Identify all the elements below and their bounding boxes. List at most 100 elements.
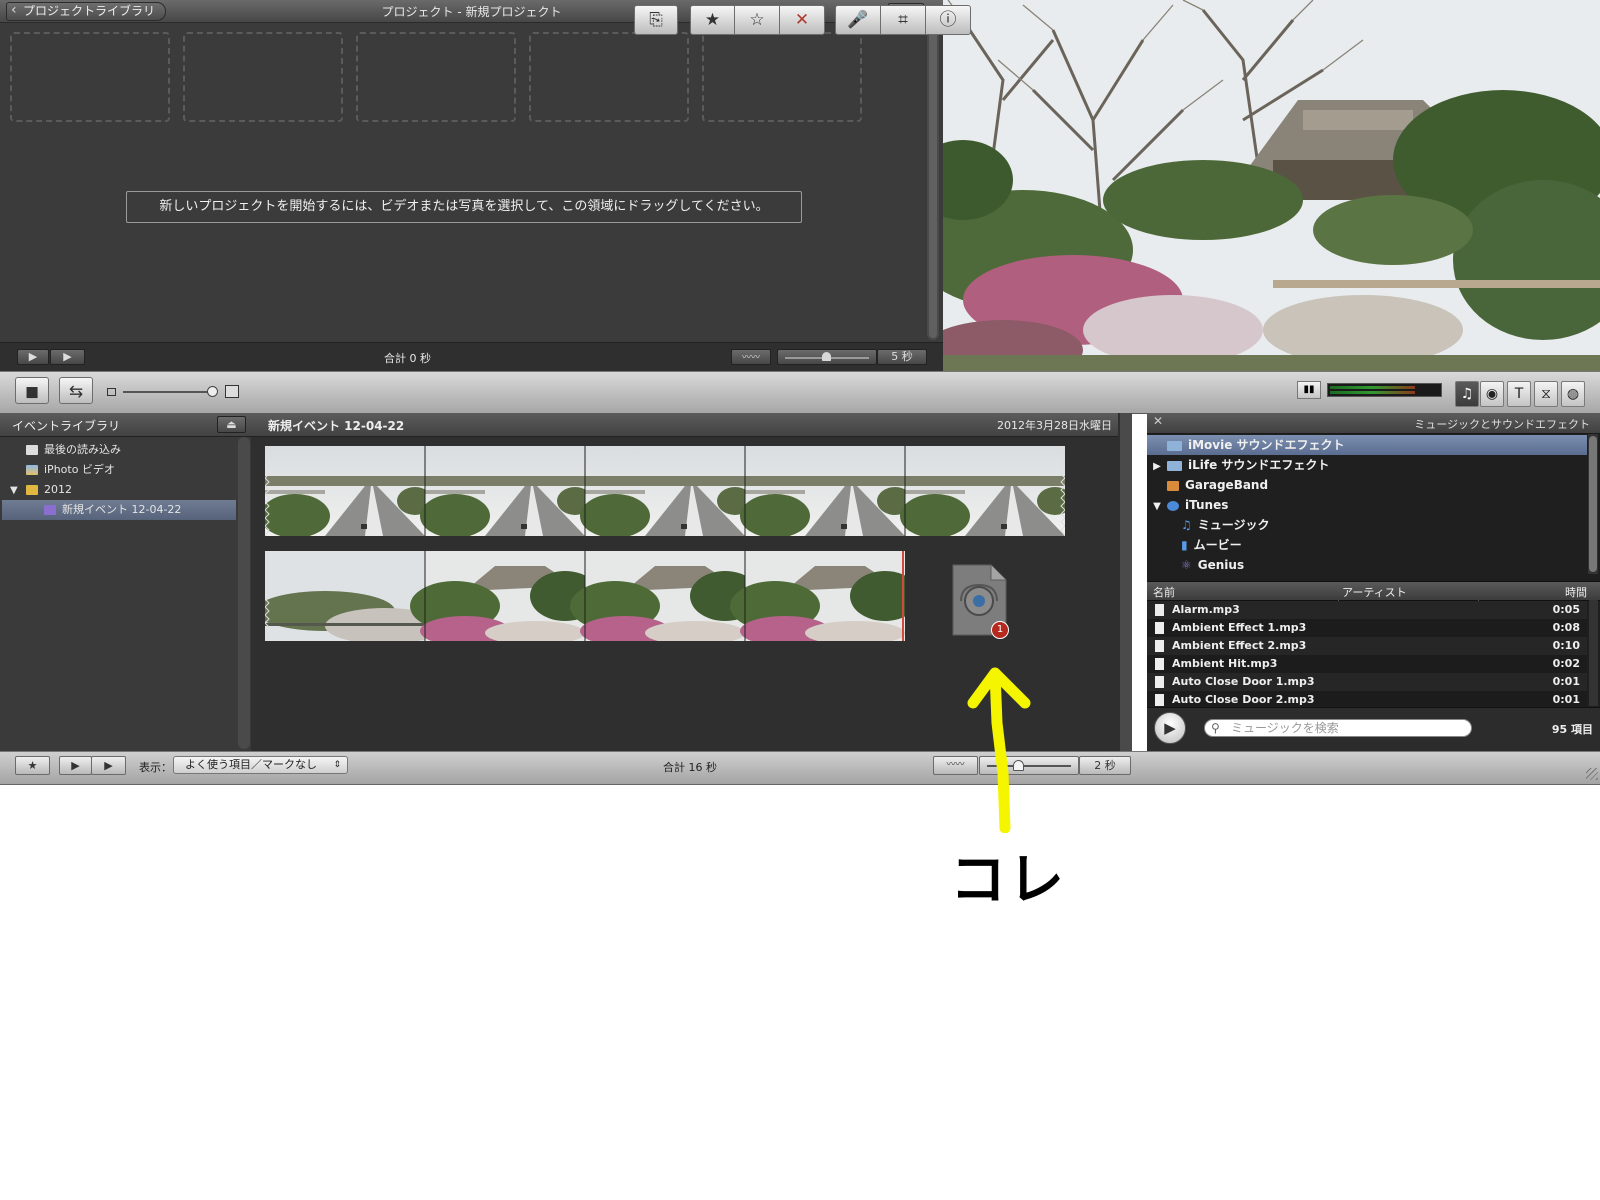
large-thumbnail-icon	[225, 385, 239, 398]
audio-file-icon	[1155, 676, 1164, 688]
annotation-text: コレ	[950, 848, 1066, 913]
music-source-label: iTunes	[1185, 498, 1229, 512]
music-source-music[interactable]: ♫ ミュージック	[1147, 515, 1587, 535]
music-note-icon: ♫	[1460, 386, 1474, 402]
event-library-item-new-event[interactable]: 新規イベント 12-04-22	[2, 500, 236, 520]
music-table-scrollbar[interactable]	[1589, 600, 1598, 706]
crop-icon: ⌗	[898, 10, 908, 30]
music-source-ilife-sfx[interactable]: ▶ iLife サウンドエフェクト	[1147, 455, 1587, 475]
close-icon[interactable]: ✕	[1153, 414, 1163, 428]
audio-file-icon	[1155, 640, 1164, 652]
project-total-duration: 合計 0 秒	[384, 352, 431, 365]
transitions-browser-button[interactable]: ⧖	[1534, 381, 1558, 407]
column-header-time[interactable]: 時間	[1565, 584, 1587, 600]
project-drop-slot	[702, 32, 862, 122]
mark-favorite-button[interactable]: ★	[690, 5, 735, 35]
music-source-imovie-sfx[interactable]: iMovie サウンドエフェクト	[1147, 435, 1587, 455]
project-zoom-knob[interactable]	[822, 352, 831, 361]
music-source-label: GarageBand	[1185, 478, 1269, 492]
project-drop-slot	[356, 32, 516, 122]
video-clip-garden[interactable]	[255, 550, 920, 646]
music-source-genius[interactable]: ⚛ Genius	[1147, 555, 1587, 575]
music-browser-button[interactable]: ♫	[1455, 381, 1479, 407]
music-source-garageband[interactable]: GarageBand	[1147, 475, 1587, 495]
transition-icon: ⧖	[1541, 386, 1551, 402]
table-row[interactable]: Ambient Effect 1.mp3 0:08	[1147, 619, 1587, 637]
music-source-movies[interactable]: ▮ ムービー	[1147, 535, 1587, 555]
photo-browser-button[interactable]: ◉	[1480, 381, 1504, 407]
music-source-label: Genius	[1197, 558, 1245, 572]
event-library-item-label: 最後の読み込み	[44, 443, 121, 456]
waveform-icon: 〰〰	[741, 353, 760, 363]
camera-icon: ◼	[24, 382, 40, 402]
track-name: Ambient Hit.mp3	[1172, 657, 1278, 670]
table-row[interactable]: Ambient Hit.mp3 0:02	[1147, 655, 1587, 673]
title-t-icon: T	[1514, 386, 1524, 402]
crop-button[interactable]: ⌗	[880, 5, 926, 35]
event-browser-scrollbar[interactable]	[1120, 413, 1132, 751]
itunes-icon	[1167, 500, 1179, 511]
audio-waveform-button[interactable]: 〰〰	[731, 349, 771, 365]
column-header-artist[interactable]: アーティスト	[1342, 584, 1407, 600]
audio-file-icon	[1155, 694, 1164, 706]
disclosure-down-icon: ▼	[1153, 501, 1161, 512]
preview-play-button[interactable]: ▶	[1154, 712, 1186, 744]
music-source-label: ミュージック	[1197, 518, 1270, 532]
iphoto-icon	[26, 465, 38, 475]
music-source-label: ムービー	[1193, 538, 1242, 552]
table-row[interactable]: Auto Close Door 1.mp3 0:01	[1147, 673, 1587, 691]
clip-filmstrip	[255, 550, 920, 646]
camera-photo-icon: ◉	[1485, 386, 1499, 402]
reject-button[interactable]: ✕	[779, 5, 825, 35]
event-total-duration: 合計 16 秒	[663, 761, 717, 774]
genius-atom-icon: ⚛	[1181, 558, 1192, 572]
folder-icon	[1167, 460, 1182, 471]
track-name: Ambient Effect 2.mp3	[1172, 639, 1307, 652]
resize-grip-icon[interactable]	[1586, 768, 1598, 780]
music-search-input[interactable]: ミュージックを検索	[1204, 719, 1472, 737]
voiceover-button[interactable]: 🎤	[835, 5, 881, 35]
event-date: 2012年3月28日水曜日	[997, 419, 1112, 432]
event-library-item-iphoto[interactable]: iPhoto ビデオ	[10, 460, 246, 480]
clip-filmstrip	[260, 445, 1073, 538]
project-scrollbar-thumb[interactable]	[929, 26, 937, 338]
garden-photo	[943, 0, 1600, 371]
audio-file-drag-icon[interactable]: 1	[951, 563, 1009, 639]
event-library-item-last-import[interactable]: 最後の読み込み	[10, 440, 246, 460]
track-time: 0:01	[1552, 675, 1580, 688]
globe-icon: ◍	[1566, 386, 1580, 402]
table-row[interactable]: Auto Close Door 2.mp3 0:01	[1147, 691, 1587, 706]
event-library-eject-button[interactable]: ⏏	[217, 416, 246, 433]
maps-browser-button[interactable]: ◍	[1561, 381, 1585, 407]
track-time: 0:02	[1552, 657, 1580, 670]
project-drop-hint: 新しいプロジェクトを開始するには、ビデオまたは写真を選択して、この領域にドラッグ…	[126, 191, 802, 223]
reject-x-icon: ✕	[794, 10, 810, 30]
add-to-project-icon: ⎘	[649, 10, 663, 30]
search-icon: ⚲	[1211, 721, 1220, 735]
thumbnail-size-knob[interactable]	[207, 386, 218, 397]
audio-levels-icon: ▮▮	[1303, 384, 1315, 395]
music-source-itunes[interactable]: ▼ iTunes	[1147, 495, 1587, 515]
event-library-scrollbar[interactable]	[238, 437, 250, 749]
inspector-button[interactable]: ⓘ	[925, 5, 971, 35]
film-roll-icon	[26, 445, 38, 455]
import-camera-button[interactable]: ◼	[15, 377, 49, 404]
titles-browser-button[interactable]: T	[1507, 381, 1531, 407]
event-library-item-label: iPhoto ビデオ	[44, 463, 115, 476]
swap-icon: ⇆	[68, 382, 84, 402]
table-row[interactable]: Alarm.mp3 0:05	[1147, 601, 1587, 619]
music-source-scrollbar-thumb[interactable]	[1589, 436, 1597, 572]
column-header-name[interactable]: 名前	[1153, 584, 1175, 600]
unmark-button[interactable]: ☆	[734, 5, 780, 35]
table-row[interactable]: Ambient Effect 2.mp3 0:10	[1147, 637, 1587, 655]
event-library-item-2012[interactable]: ▼ 2012	[10, 480, 246, 500]
guitar-icon	[1167, 480, 1179, 491]
swap-events-projects-button[interactable]: ⇆	[59, 377, 93, 404]
add-to-project-button[interactable]: ⎘	[634, 5, 678, 35]
audio-adjust-button[interactable]: ▮▮	[1297, 381, 1321, 399]
filled-star-icon: ★	[704, 10, 721, 30]
video-clip-highway[interactable]	[260, 445, 1073, 538]
project-drop-slot	[529, 32, 689, 122]
small-thumbnail-icon	[107, 388, 116, 396]
empty-star-icon: ☆	[749, 10, 765, 30]
